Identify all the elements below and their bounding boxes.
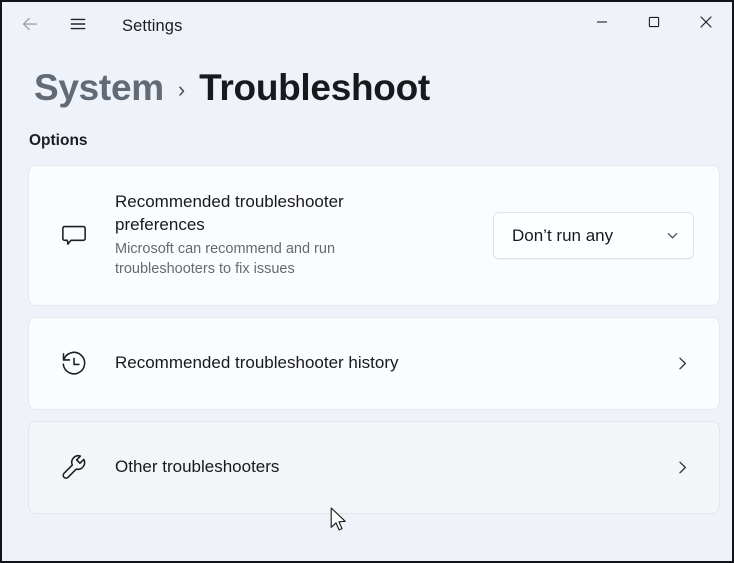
arrow-left-icon (19, 13, 41, 40)
recommended-troubleshooter-preference-dropdown[interactable]: Don’t run any (493, 212, 694, 259)
window-controls (576, 2, 732, 46)
card-title: Other troubleshooters (115, 457, 280, 477)
back-button[interactable] (8, 6, 52, 46)
card-title: Recommended troubleshooter history (115, 353, 399, 373)
maximize-button[interactable] (628, 2, 680, 46)
settings-window: Settings System › Troubleshoot Options R… (0, 0, 734, 563)
breadcrumb-parent-system[interactable]: System (34, 67, 164, 109)
minimize-icon (594, 14, 610, 35)
card-recommended-troubleshooter-history[interactable]: Recommended troubleshooter history (28, 317, 720, 410)
minimize-button[interactable] (576, 2, 628, 46)
section-header-options: Options (29, 132, 88, 149)
card-text-block: Recommended troubleshooter preferences M… (115, 191, 493, 279)
card-text-block: Recommended troubleshooter history (115, 352, 665, 375)
chevron-down-icon (665, 228, 680, 243)
wrench-icon (51, 453, 97, 483)
speech-bubble-icon (51, 221, 97, 251)
breadcrumb: System › Troubleshoot (34, 67, 706, 109)
hamburger-menu-icon (68, 14, 88, 39)
history-clock-icon (51, 349, 97, 379)
options-card-list: Recommended troubleshooter preferences M… (28, 165, 720, 514)
page-content: System › Troubleshoot Options Recommende… (2, 50, 732, 561)
close-button[interactable] (680, 2, 732, 46)
card-other-troubleshooters[interactable]: Other troubleshooters (28, 421, 720, 514)
chevron-right-icon (665, 459, 699, 476)
app-title: Settings (122, 16, 183, 35)
card-subtitle: Microsoft can recommend and run troubles… (115, 240, 336, 278)
card-title: Recommended troubleshooter preferences (115, 192, 344, 234)
card-text-block: Other troubleshooters (115, 456, 665, 479)
card-recommended-troubleshooter-preferences[interactable]: Recommended troubleshooter preferences M… (28, 165, 720, 306)
breadcrumb-separator-icon: › (177, 77, 186, 102)
dropdown-selected-value: Don’t run any (512, 225, 614, 245)
navigation-menu-button[interactable] (56, 6, 100, 46)
chevron-right-icon (665, 355, 699, 372)
maximize-square-icon (646, 14, 662, 35)
close-icon (697, 13, 715, 36)
title-bar: Settings (2, 2, 732, 50)
page-title: Troubleshoot (199, 67, 430, 108)
